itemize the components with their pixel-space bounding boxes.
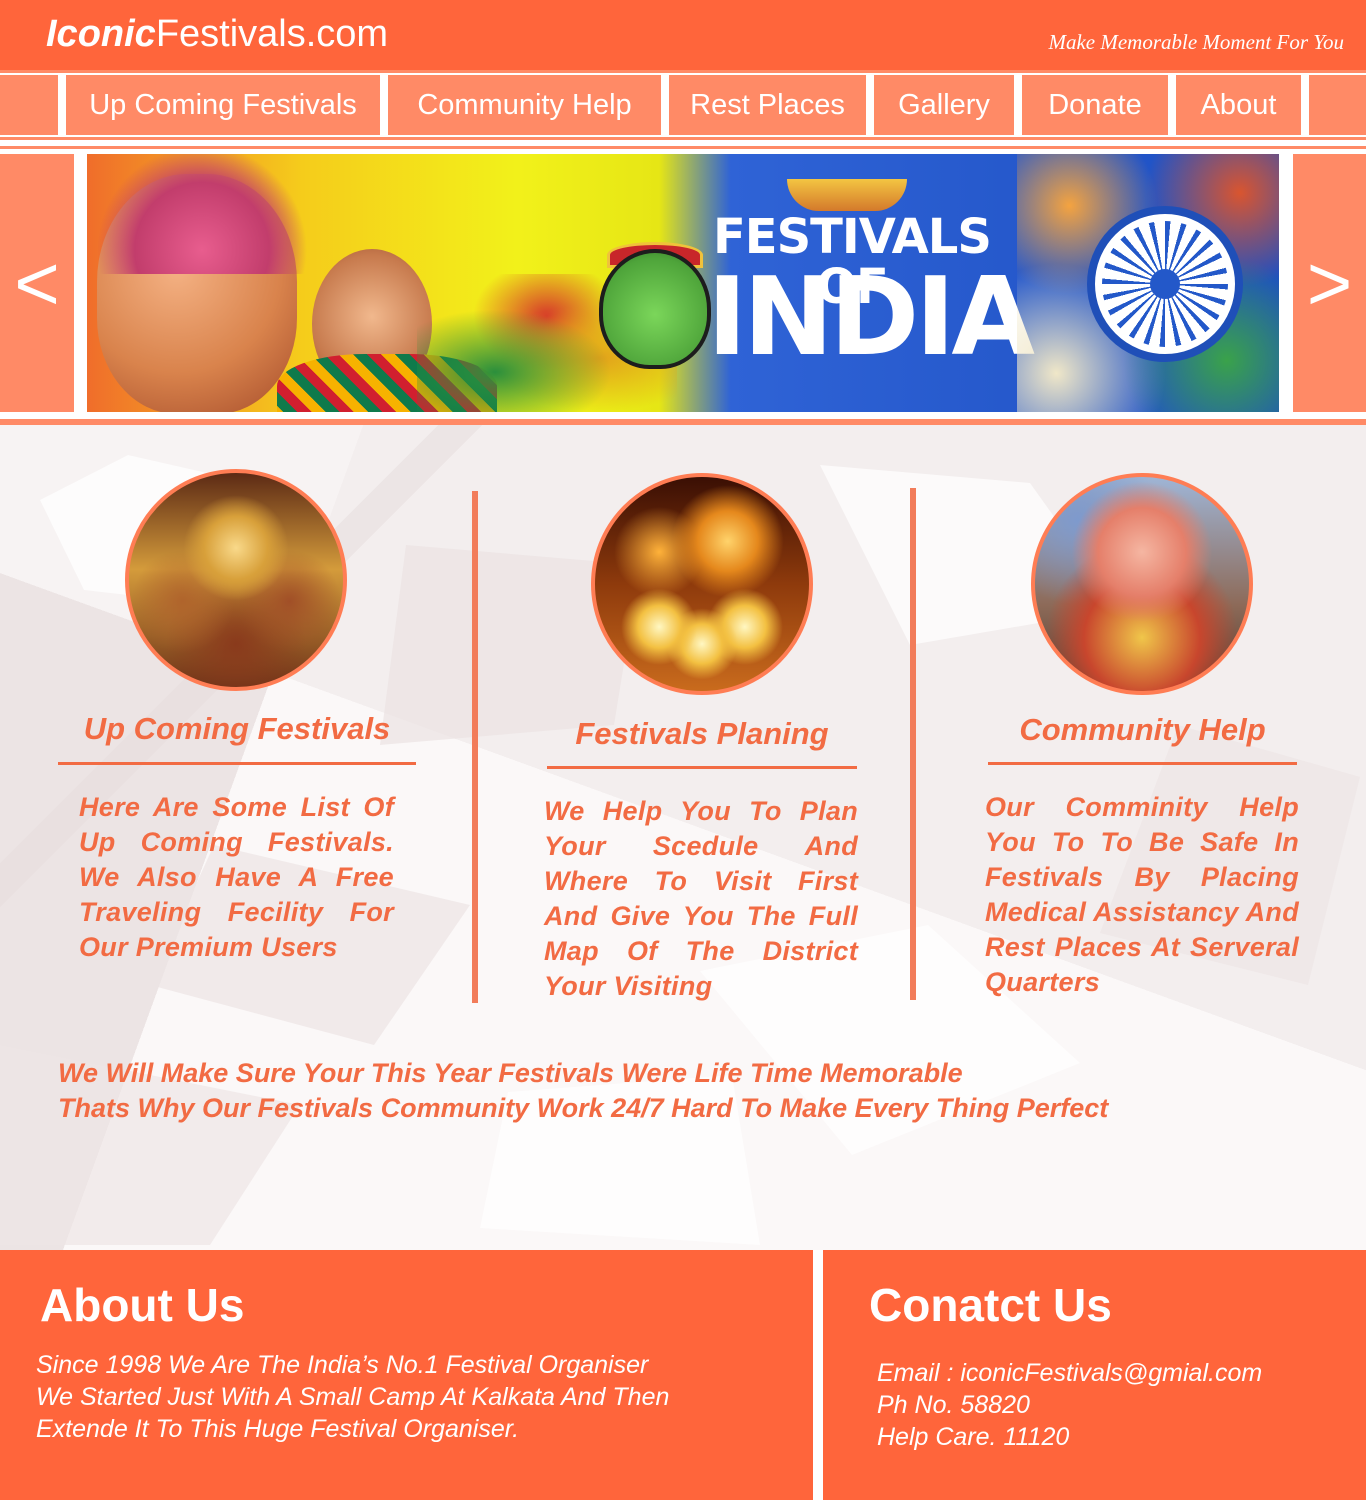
column-divider: [472, 491, 478, 1003]
contact-phone[interactable]: Ph No. 58820: [877, 1389, 1030, 1421]
slider-next-button[interactable]: >: [1293, 154, 1366, 412]
slider-top-line: [0, 146, 1366, 149]
main-nav: Up Coming Festivals Community Help Rest …: [0, 70, 1366, 140]
column-divider: [910, 488, 916, 1000]
durga-idol-photo[interactable]: [125, 469, 347, 691]
feature-title-planning[interactable]: Festivals Planing: [547, 716, 857, 752]
site-header: IconicFestivals.com Make Memorable Momen…: [0, 0, 1366, 70]
banner-chakra-hub: [1150, 269, 1180, 299]
nav-item-community-help[interactable]: Community Help: [388, 75, 661, 135]
footer-about-line: We Started Just With A Small Camp At Kal…: [36, 1383, 670, 1411]
banner-title-big: INDIA: [707, 255, 1035, 380]
site-logo[interactable]: IconicFestivals.com: [46, 12, 388, 56]
ganesh-idol-photo[interactable]: [1031, 473, 1253, 695]
feature-text-community: Our Comminity Help You To To Be Safe In …: [985, 792, 1299, 997]
closing-line-2: Thats Why Our Festivals Community Work 2…: [58, 1093, 1109, 1123]
feature-text-planning: We Help You To Plan Your Scedule And Whe…: [544, 796, 858, 1001]
nav-spacer-left: [0, 75, 58, 135]
contact-email[interactable]: Email : iconicFestivals@gmial.com: [877, 1357, 1262, 1389]
footer-about-title: About Us: [40, 1279, 245, 1331]
nav-spacer-right: [1309, 75, 1366, 135]
logo-rest-text: Festivals.com: [155, 13, 389, 55]
nav-item-rest-places[interactable]: Rest Places: [669, 75, 866, 135]
nav-item-gallery[interactable]: Gallery: [874, 75, 1014, 135]
feature-title-community[interactable]: Community Help: [988, 712, 1297, 748]
feature-title-upcoming[interactable]: Up Coming Festivals: [58, 711, 416, 747]
footer-about-line: Since 1998 We Are The India’s No.1 Festi…: [36, 1351, 649, 1379]
logo-bold-text: Iconic: [46, 13, 156, 55]
candles-diya-photo[interactable]: [591, 473, 813, 695]
feature-rule: [58, 762, 416, 765]
footer-about-line: Extende It To This Huge Festival Organis…: [36, 1415, 520, 1443]
footer-divider: [813, 1250, 823, 1500]
nav-bottom-line: [0, 137, 1366, 140]
nav-item-donate[interactable]: Donate: [1022, 75, 1168, 135]
feature-rule: [988, 762, 1297, 765]
nav-item-upcoming-festivals[interactable]: Up Coming Festivals: [66, 75, 380, 135]
features-section: Up Coming Festivals Here Are Some List O…: [0, 425, 1366, 1250]
nav-top-line: [0, 70, 1366, 73]
footer-contact-title: Conatct Us: [869, 1279, 1112, 1331]
closing-line-1: We Will Make Sure Your This Year Festiva…: [58, 1058, 963, 1088]
feature-rule: [547, 766, 857, 769]
contact-helpcare: Help Care. 11120: [877, 1423, 1070, 1451]
festival-banner: FESTIVALS OF INDIA: [87, 154, 1279, 412]
footer-contact: Conatct Us Email : iconicFestivals@gmial…: [823, 1250, 1366, 1500]
nav-item-about[interactable]: About: [1176, 75, 1301, 135]
banner-kathakali-mask: [599, 249, 711, 369]
banner-holi-colors: [87, 154, 317, 274]
banner-diya-icon: [787, 179, 907, 211]
feature-text-upcoming: Here Are Some List Of Up Coming Festival…: [79, 792, 394, 962]
footer-about: About Us Since 1998 We Are The India’s N…: [0, 1250, 813, 1500]
site-tagline: Make Memorable Moment For You: [1048, 30, 1344, 54]
slider-prev-button[interactable]: <: [0, 154, 74, 412]
